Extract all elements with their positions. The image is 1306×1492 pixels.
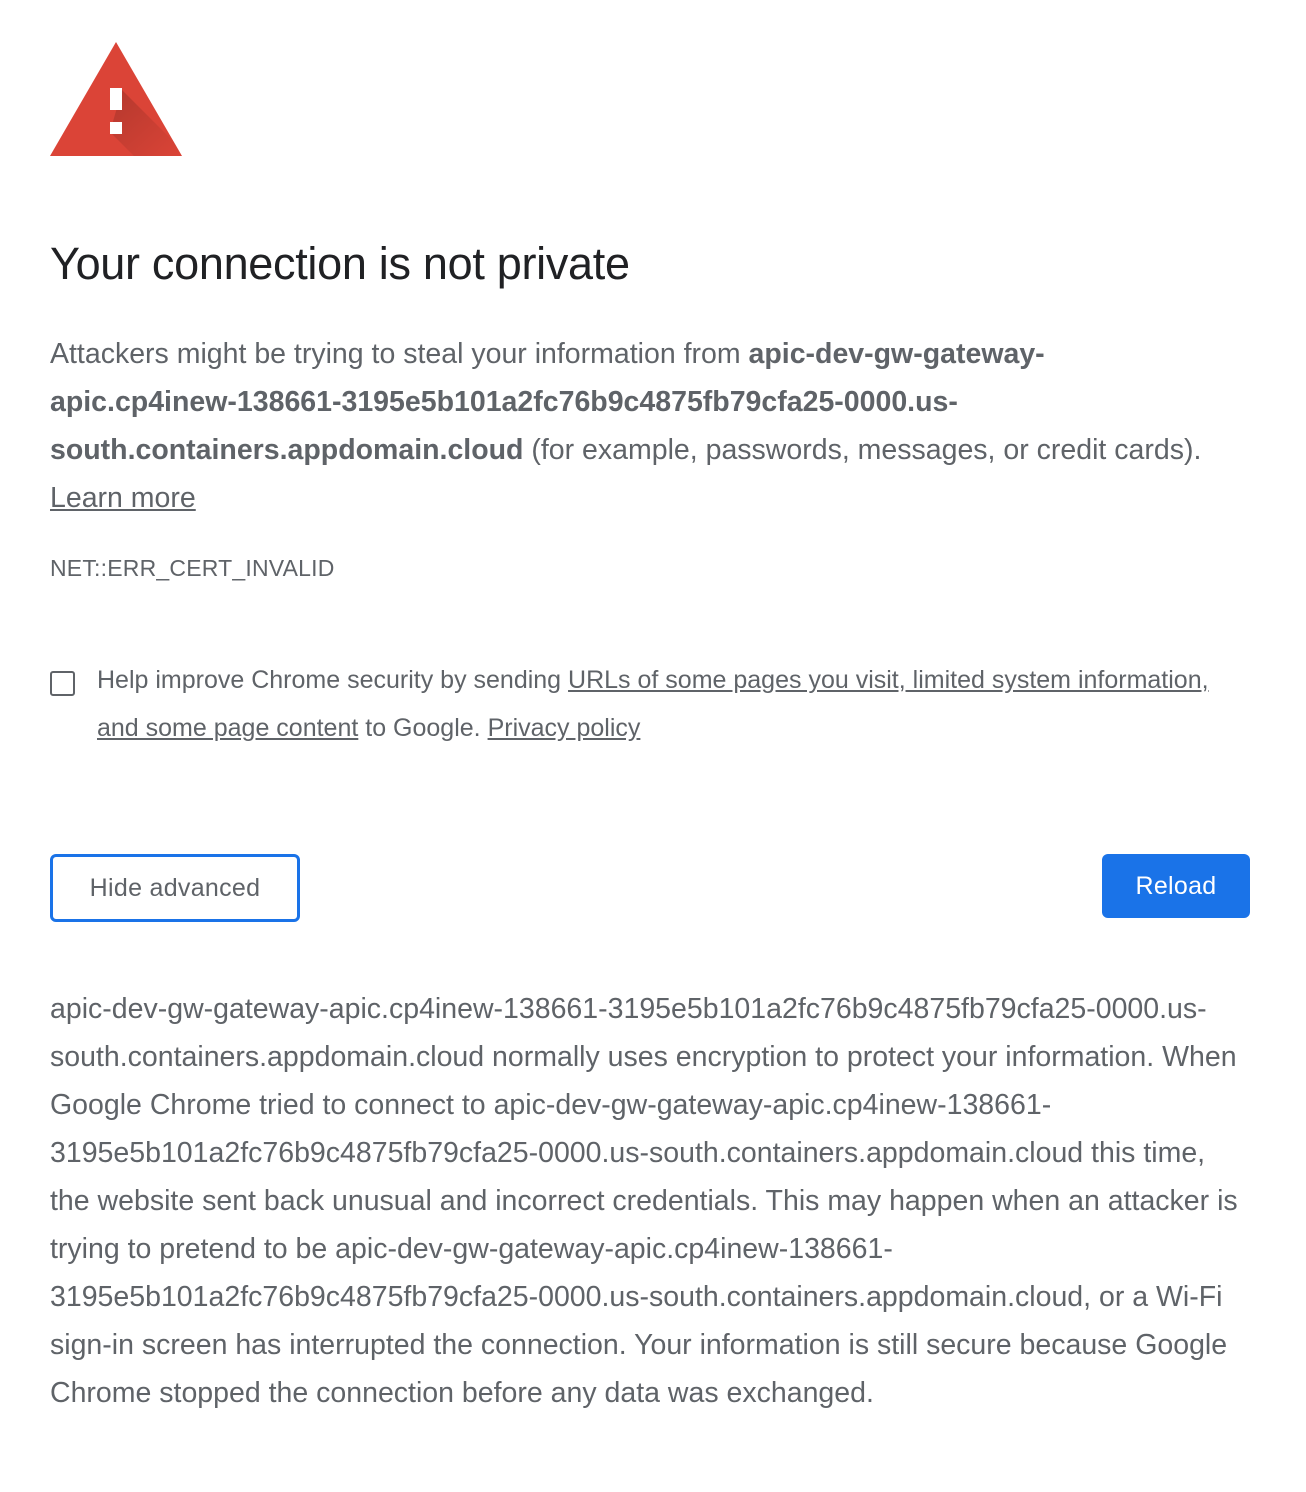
privacy-policy-link[interactable]: Privacy policy xyxy=(488,714,641,742)
main-message: Attackers might be trying to steal your … xyxy=(50,330,1210,522)
optin-text: Help improve Chrome security by sending … xyxy=(97,656,1217,752)
advanced-details: apic-dev-gw-gateway-apic.cp4inew-138661-… xyxy=(50,993,1238,1409)
warning-icon xyxy=(50,42,182,156)
optin-checkbox[interactable] xyxy=(50,671,75,696)
main-message-prefix: Attackers might be trying to steal your … xyxy=(50,338,749,370)
error-code: NET::ERR_CERT_INVALID xyxy=(50,555,335,581)
optin-middle: to Google. xyxy=(358,714,488,742)
main-message-suffix: (for example, passwords, messages, or cr… xyxy=(523,434,1202,466)
optin-prefix: Help improve Chrome security by sending xyxy=(97,666,569,694)
hide-advanced-button[interactable]: Hide advanced xyxy=(50,854,300,922)
learn-more-link[interactable]: Learn more xyxy=(50,482,196,514)
reload-button[interactable]: Reload xyxy=(1102,854,1250,918)
page-title: Your connection is not private xyxy=(50,238,630,289)
